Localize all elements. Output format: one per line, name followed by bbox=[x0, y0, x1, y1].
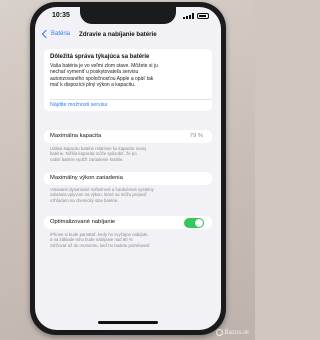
optimized-charging-row: Optimalizované nabíjanie bbox=[44, 216, 212, 229]
toggle-knob bbox=[195, 218, 203, 227]
watermark-logo-icon bbox=[215, 329, 223, 336]
peak-performance-label: Maximálny výkon zariadenia bbox=[50, 175, 123, 181]
max-capacity-value: 79 % bbox=[189, 133, 203, 139]
battery-icon bbox=[197, 13, 209, 19]
footnote-line: vzhľadom na chemický stav batérie. bbox=[50, 197, 119, 203]
notice-line: mať k dispozícii plný výkon a kapacitu. bbox=[50, 81, 136, 88]
notch bbox=[80, 7, 176, 24]
optimized-charging-toggle[interactable] bbox=[184, 217, 204, 228]
footnote-line: nabití batérie vydrží zariadenie kratšie… bbox=[50, 156, 124, 162]
optimized-charging-footnote: iPhone si bude pamätať, kedy ho zvyčajne… bbox=[50, 232, 209, 248]
max-capacity-label: Maximálna kapacita bbox=[50, 133, 102, 139]
back-button[interactable]: Batéria bbox=[41, 29, 71, 39]
footnote-line: zdržovať až do momentu, keď ho budete po… bbox=[50, 242, 151, 248]
home-indicator bbox=[98, 321, 158, 324]
signal-icon bbox=[183, 13, 194, 19]
notice-body: Vaša batéria je vo veľmi zlom stave. Môž… bbox=[50, 63, 200, 88]
divider bbox=[50, 99, 212, 100]
watermark: Bazos.sk bbox=[215, 329, 249, 336]
find-service-link[interactable]: Nájdite možnosti servisu bbox=[50, 102, 107, 108]
back-label: Batéria bbox=[51, 31, 71, 37]
performance-footnote: Vstavané dynamické softvérové a hardvéro… bbox=[50, 187, 209, 203]
phone-screen: 10:35 Batéria Zdravie a nabíjanie batéri… bbox=[35, 7, 221, 330]
status-time: 10:35 bbox=[52, 12, 70, 19]
battery-notice-card: Dôležitá správa týkajúca sa batérie Vaša… bbox=[44, 49, 212, 111]
chevron-left-icon bbox=[41, 29, 51, 39]
status-icons bbox=[183, 13, 209, 19]
nav-bar: Batéria Zdravie a nabíjanie batérie bbox=[35, 28, 221, 44]
notice-title: Dôležitá správa týkajúca sa batérie bbox=[50, 54, 150, 60]
watermark-text: Bazos.sk bbox=[224, 329, 249, 336]
optimized-charging-label: Optimalizované nabíjanie bbox=[50, 219, 116, 225]
phone-frame: 10:35 Batéria Zdravie a nabíjanie batéri… bbox=[30, 2, 226, 335]
page-title: Zdravie a nabíjanie batérie bbox=[79, 31, 157, 38]
peak-performance-row: Maximálny výkon zariadenia bbox=[44, 172, 212, 185]
max-capacity-row: Maximálna kapacita 79 % bbox=[44, 130, 212, 143]
max-capacity-footnote: Udáva kapacitu batérie relatívne ku kapa… bbox=[50, 146, 209, 162]
